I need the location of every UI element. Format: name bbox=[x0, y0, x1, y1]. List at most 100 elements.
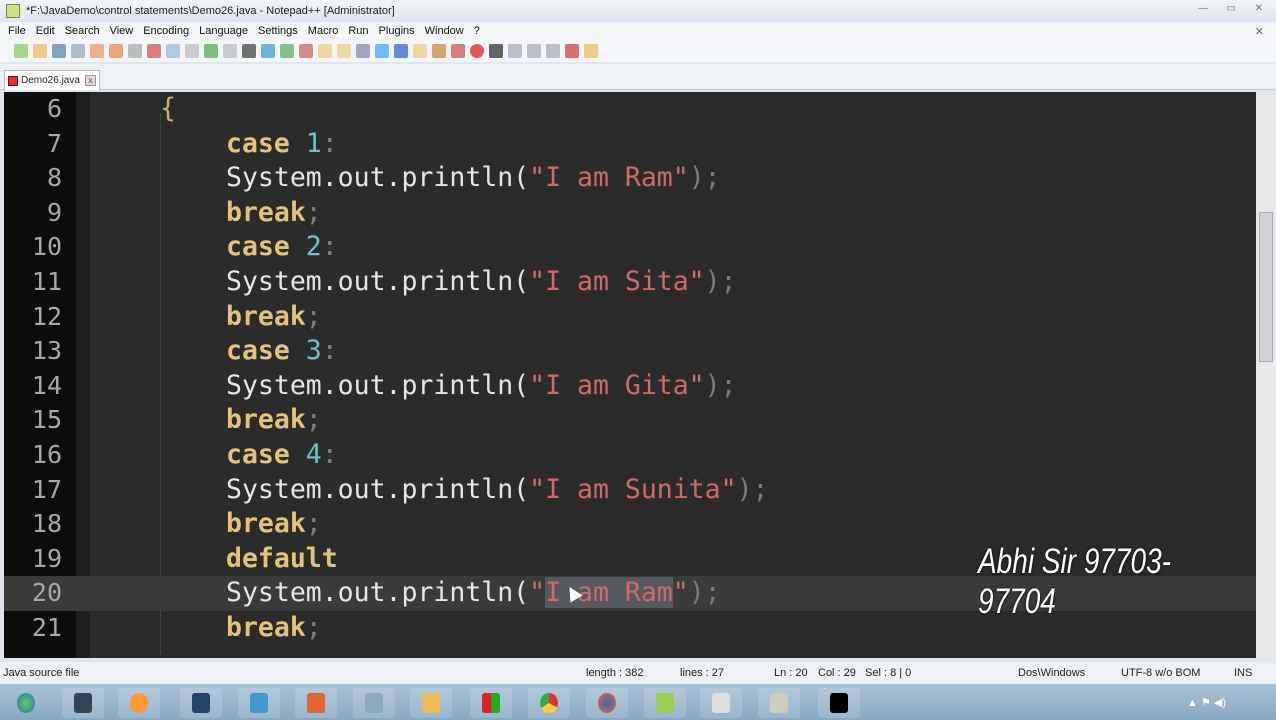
tab-label: Demo26.java bbox=[21, 75, 80, 86]
menu-macro[interactable]: Macro bbox=[308, 25, 339, 37]
status-bar: Java source file length : 382 lines : 27… bbox=[0, 662, 1276, 684]
scrollbar-thumb[interactable] bbox=[1259, 212, 1273, 362]
taskbar: ▲ ⚑ ◀) bbox=[0, 684, 1276, 720]
taskbar-media-player-icon[interactable] bbox=[118, 688, 160, 718]
close-all-icon[interactable] bbox=[109, 44, 123, 58]
menu-help[interactable]: ? bbox=[474, 25, 480, 37]
tab-close-icon[interactable]: x bbox=[85, 75, 96, 86]
doc-length: length : 382 bbox=[586, 667, 644, 679]
code-line: 12 break; bbox=[31, 300, 322, 332]
menu-bar: File Edit Search View Encoding Language … bbox=[0, 22, 1276, 40]
code-line: 17 System.out.println("I am Sunita"); bbox=[31, 473, 769, 505]
function-list-icon[interactable] bbox=[451, 44, 465, 58]
menu-view[interactable]: View bbox=[110, 25, 134, 37]
menu-file[interactable]: File bbox=[8, 25, 26, 37]
taskbar-paint-icon[interactable] bbox=[758, 688, 800, 718]
sync-h-icon[interactable] bbox=[337, 44, 351, 58]
notepadpp-icon bbox=[6, 4, 20, 18]
window-title: *F:\JavaDemo\control statements\Demo26.j… bbox=[26, 5, 395, 17]
sync-v-icon[interactable] bbox=[318, 44, 332, 58]
close-document-icon[interactable]: ✕ bbox=[1255, 25, 1264, 38]
play-multiple-icon[interactable] bbox=[527, 44, 541, 58]
code-line: 13 case 3: bbox=[31, 335, 338, 367]
menu-encoding[interactable]: Encoding bbox=[143, 25, 189, 37]
cursor-line: Ln : 20 bbox=[774, 667, 808, 679]
save-all-icon[interactable] bbox=[71, 44, 85, 58]
code-line: 6{ bbox=[46, 93, 176, 124]
doc-lines: lines : 27 bbox=[680, 667, 725, 679]
code-line: 16 case 4: bbox=[31, 439, 338, 470]
insert-mode[interactable]: INS bbox=[1234, 667, 1252, 679]
system-tray[interactable]: ▲ ⚑ ◀) bbox=[1187, 696, 1226, 709]
spell-check-icon[interactable] bbox=[565, 44, 579, 58]
taskbar-cmd-icon[interactable] bbox=[818, 688, 860, 718]
save-icon[interactable] bbox=[52, 44, 66, 58]
zoom-out-icon[interactable] bbox=[299, 44, 313, 58]
menu-search[interactable]: Search bbox=[65, 25, 100, 37]
find-icon[interactable] bbox=[242, 44, 256, 58]
indent-guide-icon[interactable] bbox=[394, 44, 408, 58]
tab-bar: Demo26.java x bbox=[0, 64, 1276, 90]
code-line: 10 case 2: bbox=[31, 231, 338, 263]
close-icon[interactable] bbox=[90, 44, 104, 58]
taskbar-remote-icon[interactable] bbox=[238, 688, 280, 718]
taskbar-notepadpp-icon[interactable] bbox=[644, 688, 686, 718]
encoding[interactable]: UTF-8 w/o BOM bbox=[1121, 667, 1200, 679]
vertical-scrollbar[interactable] bbox=[1256, 92, 1276, 658]
redo-icon[interactable] bbox=[223, 44, 237, 58]
code-line: 14 System.out.println("I am Gita"); bbox=[31, 369, 737, 401]
start-button[interactable] bbox=[5, 688, 47, 718]
doc-map-icon[interactable] bbox=[432, 44, 446, 58]
new-file-icon[interactable] bbox=[14, 44, 28, 58]
cursor-col: Col : 29 bbox=[818, 667, 856, 679]
title-bar: *F:\JavaDemo\control statements\Demo26.j… bbox=[0, 0, 1276, 22]
watermark: Abhi Sir 97703-97704 bbox=[978, 542, 1172, 621]
selection-info: Sel : 8 | 0 bbox=[865, 667, 912, 679]
word-wrap-icon[interactable] bbox=[356, 44, 370, 58]
replace-icon[interactable] bbox=[261, 44, 275, 58]
paste-icon[interactable] bbox=[185, 44, 199, 58]
menu-window[interactable]: Window bbox=[425, 25, 464, 37]
folder-icon[interactable] bbox=[413, 44, 427, 58]
menu-plugins[interactable]: Plugins bbox=[379, 25, 415, 37]
taskbar-firefox-icon[interactable] bbox=[586, 688, 628, 718]
play-macro-icon[interactable] bbox=[508, 44, 522, 58]
record-macro-icon[interactable] bbox=[470, 44, 484, 58]
taskbar-computer-icon[interactable] bbox=[180, 688, 222, 718]
copy-icon[interactable] bbox=[166, 44, 180, 58]
maximize-button[interactable]: ▭ bbox=[1218, 3, 1244, 18]
menu-settings[interactable]: Settings bbox=[258, 25, 298, 37]
taskbar-office-icon[interactable] bbox=[470, 688, 512, 718]
taskbar-chrome-icon[interactable] bbox=[528, 688, 570, 718]
open-file-icon[interactable] bbox=[33, 44, 47, 58]
tab-demo26-java[interactable]: Demo26.java x bbox=[4, 70, 100, 90]
cut-icon[interactable] bbox=[147, 44, 161, 58]
taskbar-app-icon[interactable] bbox=[700, 688, 742, 718]
save-macro-icon[interactable] bbox=[546, 44, 560, 58]
code-line: 18 break; bbox=[31, 508, 322, 540]
undo-icon[interactable] bbox=[204, 44, 218, 58]
plugin-icon[interactable] bbox=[584, 44, 598, 58]
code-line: 8 System.out.println("I am Ram"); bbox=[46, 162, 721, 194]
toolbar bbox=[0, 40, 1276, 62]
code-line: 15 break; bbox=[31, 404, 322, 436]
minimize-button[interactable]: — bbox=[1190, 3, 1216, 18]
code-line: 9 break; bbox=[46, 196, 322, 228]
code-line: 7 case 1: bbox=[46, 127, 338, 159]
close-button[interactable]: ✕ bbox=[1246, 3, 1272, 18]
code-line: 11 System.out.println("I am Sita"); bbox=[31, 266, 737, 297]
file-type: Java source file bbox=[3, 667, 80, 679]
print-icon[interactable] bbox=[128, 44, 142, 58]
taskbar-powerpoint-icon[interactable] bbox=[295, 688, 337, 718]
unsaved-file-icon bbox=[8, 75, 18, 86]
show-all-chars-icon[interactable] bbox=[375, 44, 389, 58]
eol-format[interactable]: Dos\Windows bbox=[1018, 667, 1085, 679]
menu-run[interactable]: Run bbox=[348, 25, 368, 37]
taskbar-explorer-icon[interactable] bbox=[410, 688, 452, 718]
menu-edit[interactable]: Edit bbox=[36, 25, 55, 37]
taskbar-files-icon[interactable] bbox=[353, 688, 395, 718]
stop-macro-icon[interactable] bbox=[489, 44, 503, 58]
zoom-in-icon[interactable] bbox=[280, 44, 294, 58]
taskbar-calculator-icon[interactable] bbox=[62, 688, 104, 718]
menu-language[interactable]: Language bbox=[199, 25, 248, 37]
